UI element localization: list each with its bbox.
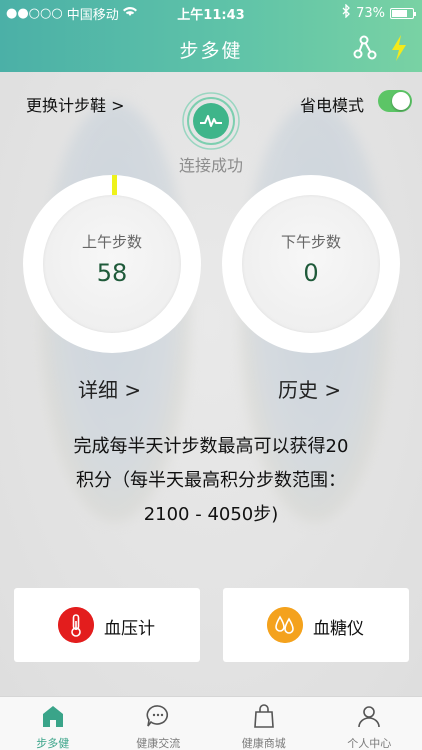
lightning-icon[interactable] <box>388 34 410 62</box>
chat-icon <box>146 705 169 727</box>
tab-label: 健康商城 <box>241 737 286 750</box>
pm-steps-value: 0 <box>303 259 319 287</box>
history-link[interactable]: 历史 > <box>278 374 341 403</box>
bluetooth-icon <box>342 3 351 22</box>
points-info-text: 完成每半天计步数最高可以获得20 积分（每半天最高积分步数范围： 2100 - … <box>34 430 388 532</box>
info-line-2: 积分（每半天最高积分步数范围： <box>76 470 346 491</box>
water-drop-icon <box>267 607 303 643</box>
share-icon[interactable] <box>350 34 378 62</box>
battery-fill <box>392 9 407 17</box>
nav-bar: 步多健 <box>0 24 422 72</box>
tab-home[interactable]: 步多健 <box>0 697 106 750</box>
person-icon <box>358 706 381 728</box>
change-shoe-link[interactable]: 更换计步鞋 > <box>26 92 125 116</box>
am-steps-label: 上午步数 <box>81 233 142 251</box>
am-steps-value: 58 <box>96 259 128 287</box>
battery-icon <box>390 7 416 19</box>
info-line-3: 2100 - 4050步) <box>143 504 279 525</box>
status-bar: ●●○○○ 中国移动 上午11:43 73% <box>0 0 422 24</box>
status-right: 73% <box>342 3 416 22</box>
tab-profile[interactable]: 个人中心 <box>317 697 422 750</box>
home-icon <box>42 706 63 727</box>
pm-steps-ring[interactable]: 下午步数 0 <box>222 175 400 353</box>
tab-label: 步多健 <box>36 737 70 750</box>
shopping-bag-icon <box>253 704 274 728</box>
connection-status-text: 连接成功 <box>178 156 243 175</box>
am-steps-ring[interactable]: 上午步数 58 <box>23 175 201 353</box>
tab-label: 个人中心 <box>347 737 392 750</box>
connection-status-icon <box>182 92 240 150</box>
tab-health-mall[interactable]: 健康商城 <box>211 697 317 750</box>
power-save-label: 省电模式 <box>299 96 364 115</box>
blood-glucose-button[interactable]: 血糖仪 <box>223 588 409 662</box>
pm-steps-label: 下午步数 <box>280 233 341 251</box>
tab-bar: 步多健 健康交流 健康商城 个人中心 <box>0 696 422 750</box>
toggle-knob <box>392 92 410 110</box>
pm-steps-inner: 下午步数 0 <box>242 195 380 333</box>
blood-pressure-label: 血压计 <box>104 619 155 639</box>
info-line-1: 完成每半天计步数最高可以获得20 <box>73 436 349 457</box>
tab-health-chat[interactable]: 健康交流 <box>106 697 212 750</box>
main-content: 更换计步鞋 > 省电模式 连接成功 上午步数 58 下午步数 0 详细 > 历史… <box>0 72 422 696</box>
thermometer-icon <box>58 607 94 643</box>
blood-pressure-button[interactable]: 血压计 <box>14 588 200 662</box>
am-steps-inner: 上午步数 58 <box>43 195 181 333</box>
battery-percent: 73% <box>356 5 385 21</box>
blood-glucose-label: 血糖仪 <box>313 619 364 639</box>
power-save-toggle[interactable] <box>378 90 412 112</box>
tab-label: 健康交流 <box>136 737 181 750</box>
am-progress-marker <box>112 175 117 195</box>
detail-link[interactable]: 详细 > <box>78 374 141 403</box>
